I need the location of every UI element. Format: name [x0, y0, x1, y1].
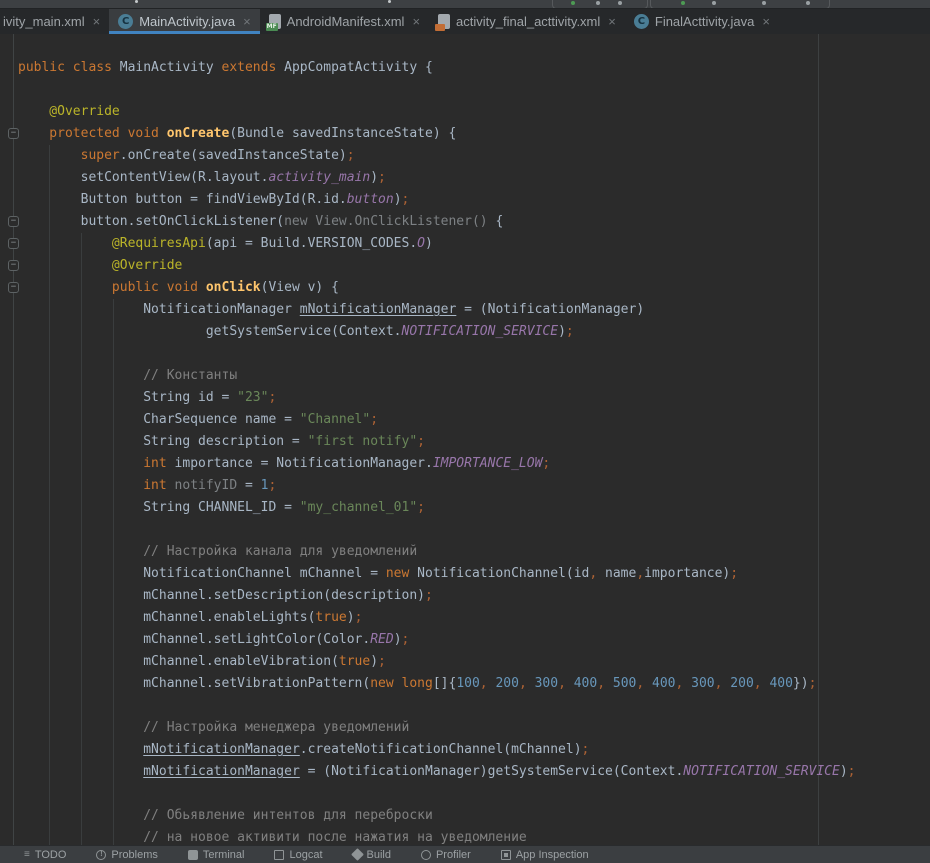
toolbar-icon[interactable]	[712, 1, 716, 5]
file-badge: MF	[266, 23, 278, 31]
toolbar-icon[interactable]	[806, 1, 810, 5]
code-line: public class MainActivity extends AppCom…	[18, 57, 930, 79]
code-line: mChannel.setDescription(description);	[18, 585, 930, 607]
fold-marker-icon[interactable]: −	[8, 238, 19, 249]
toolbar-button-group[interactable]	[552, 0, 648, 9]
code-line: int notifyID = 1;	[18, 475, 930, 497]
code-line: int importance = NotificationManager.IMP…	[18, 453, 930, 475]
manifest-file-icon: MF	[269, 14, 281, 29]
code-line: // Настройка канала для уведомлений	[18, 541, 930, 563]
code-line: mChannel.setLightColor(Color.RED);	[18, 629, 930, 651]
code-line: @RequiresApi(api = Build.VERSION_CODES.O…	[18, 233, 930, 255]
toolbar-icon	[388, 0, 391, 3]
ide-window: ivity_main.xml × C MainActivity.java × MF Andr…	[0, 0, 930, 855]
code-line: String CHANNEL_ID = "my_channel_01";	[18, 497, 930, 519]
toolbar-icon[interactable]	[618, 1, 622, 5]
toolbar-icon[interactable]	[762, 1, 766, 5]
code-line: mChannel.enableVibration(true);	[18, 651, 930, 673]
fold-marker-icon[interactable]: −	[8, 260, 19, 271]
java-class-icon: C	[634, 14, 649, 29]
close-icon[interactable]: ×	[243, 15, 251, 28]
code-line: @Override	[18, 255, 930, 277]
fold-marker-icon[interactable]: −	[8, 282, 19, 293]
fold-marker-icon[interactable]: −	[8, 216, 19, 227]
code-line: mChannel.enableLights(true);	[18, 607, 930, 629]
code-line: String id = "23";	[18, 387, 930, 409]
tab-ivity-main-xml[interactable]: ivity_main.xml ×	[0, 9, 109, 34]
code-area[interactable]: public class MainActivity extends AppCom…	[0, 34, 930, 849]
tab-label: activity_final_acttivity.xml	[456, 14, 600, 29]
tab-label: ivity_main.xml	[3, 14, 85, 29]
code-line: // Настройка менеджера уведомлений	[18, 717, 930, 739]
tab-androidmanifest-xml[interactable]: MF AndroidManifest.xml ×	[260, 9, 429, 34]
code-line: String description = "first notify";	[18, 431, 930, 453]
close-icon[interactable]: ×	[412, 15, 420, 28]
active-tab-underline	[109, 31, 259, 34]
code-line: CharSequence name = "Channel";	[18, 409, 930, 431]
run-icon[interactable]	[681, 1, 685, 5]
java-class-icon: C	[118, 14, 133, 29]
close-icon[interactable]: ×	[762, 15, 770, 28]
tool-window-bar: ≡TODO!ProblemsTerminalLogcatBuildProfile…	[0, 845, 930, 863]
code-line	[18, 519, 930, 541]
code-line: Button button = findViewById(R.id.button…	[18, 189, 930, 211]
file-badge	[435, 24, 445, 31]
tab-activity-final-acttivity-xml[interactable]: activity_final_acttivity.xml ×	[429, 9, 625, 34]
editor[interactable]: public class MainActivity extends AppCom…	[0, 34, 930, 855]
code-line	[18, 79, 930, 101]
code-line: mChannel.setVibrationPattern(new long[]{…	[18, 673, 930, 695]
toolbar-icon	[135, 0, 138, 3]
code-line: protected void onCreate(Bundle savedInst…	[18, 123, 930, 145]
code-line: mNotificationManager = (NotificationMana…	[18, 761, 930, 783]
code-line: public void onClick(View v) {	[18, 277, 930, 299]
code-line: mNotificationManager.createNotificationC…	[18, 739, 930, 761]
code-line: NotificationManager mNotificationManager…	[18, 299, 930, 321]
tab-mainactivity-java[interactable]: C MainActivity.java ×	[109, 9, 259, 34]
code-line: setContentView(R.layout.activity_main);	[18, 167, 930, 189]
code-line: @Override	[18, 101, 930, 123]
code-line: button.setOnClickListener(new View.OnCli…	[18, 211, 930, 233]
tab-label: MainActivity.java	[139, 14, 235, 29]
close-icon[interactable]: ×	[93, 15, 101, 28]
code-line: // Обьявление интентов для переброски	[18, 805, 930, 827]
close-icon[interactable]: ×	[608, 15, 616, 28]
fold-marker-icon[interactable]: −	[8, 128, 19, 139]
code-line: super.onCreate(savedInstanceState);	[18, 145, 930, 167]
code-line	[18, 783, 930, 805]
code-line: // Константы	[18, 365, 930, 387]
code-line	[18, 695, 930, 717]
tab-bar: ivity_main.xml × C MainActivity.java × MF Andr…	[0, 9, 930, 34]
tab-label: AndroidManifest.xml	[287, 14, 405, 29]
toolbar-icon[interactable]	[596, 1, 600, 5]
layout-xml-icon	[438, 14, 450, 29]
run-icon[interactable]	[571, 1, 575, 5]
code-line	[18, 343, 930, 365]
toolbar-button-group[interactable]	[650, 0, 830, 9]
tab-finalacttivity-java[interactable]: C FinalActtivity.java ×	[625, 9, 779, 34]
tab-label: FinalActtivity.java	[655, 14, 754, 29]
code-line: getSystemService(Context.NOTIFICATION_SE…	[18, 321, 930, 343]
code-line: NotificationChannel mChannel = new Notif…	[18, 563, 930, 585]
run-toolbar-strip	[0, 0, 930, 9]
